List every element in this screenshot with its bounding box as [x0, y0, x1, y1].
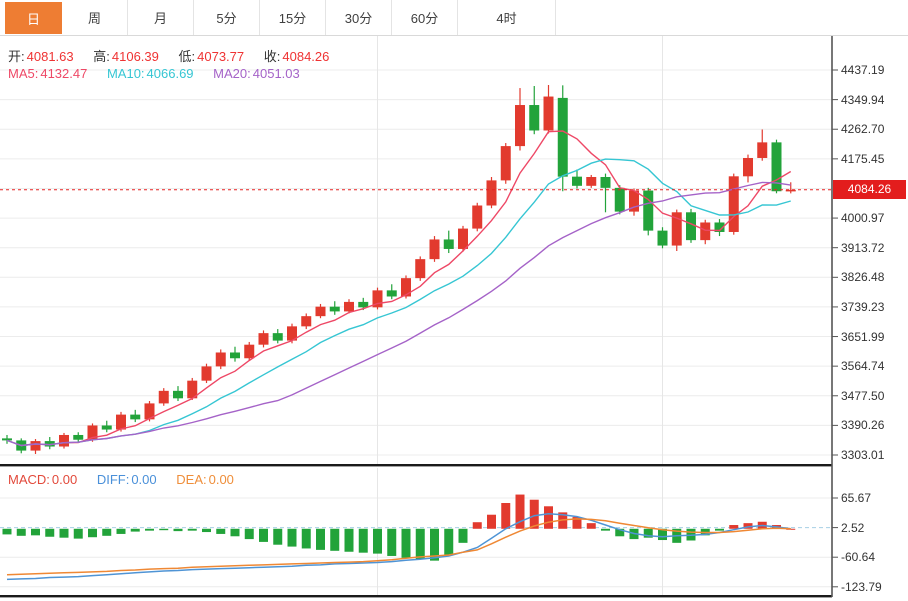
kline-chart-app: 日 周 月 5分 15分 30分 60分 4时 开:4081.63 高:4106… [0, 0, 908, 601]
high-label: 高: [93, 49, 110, 64]
price-tick-label: 4000.97 [841, 211, 884, 225]
close-label: 收: [264, 49, 281, 64]
current-price-badge: 4084.26 [833, 180, 906, 199]
ma20-value: 4051.03 [253, 66, 300, 81]
open-label: 开: [8, 49, 25, 64]
price-tick-label: 3303.01 [841, 448, 884, 462]
ma-legend: MA5:4132.47 MA10:4066.69 MA20:4051.03 [8, 66, 302, 81]
price-tick-label: 3390.26 [841, 418, 884, 432]
ma20-label: MA20: [213, 66, 251, 81]
price-tick-label: 3564.74 [841, 359, 884, 373]
macd-tick-label: 2.52 [841, 521, 864, 535]
price-tick-label: 3651.99 [841, 330, 884, 344]
low-label: 低: [179, 49, 196, 64]
macd-value: 0.00 [52, 472, 77, 487]
close-value: 4084.26 [282, 49, 329, 64]
macd-legend: MACD:0.00 DIFF:0.00 DEA:0.00 [8, 472, 236, 487]
chart-canvas[interactable] [0, 0, 908, 601]
ma10-value: 4066.69 [147, 66, 194, 81]
macd-tick-label: -123.79 [841, 580, 882, 594]
high-value: 4106.39 [112, 49, 159, 64]
ohlc-legend: 开:4081.63 高:4106.39 低:4073.77 收:4084.26 [8, 46, 331, 65]
dea-value: 0.00 [209, 472, 234, 487]
ma5-value: 4132.47 [40, 66, 87, 81]
ma10-label: MA10: [107, 66, 145, 81]
ma5-label: MA5: [8, 66, 38, 81]
price-tick-label: 3739.23 [841, 300, 884, 314]
macd-tick-label: 65.67 [841, 491, 871, 505]
price-tick-label: 4262.70 [841, 122, 884, 136]
price-tick-label: 3477.50 [841, 389, 884, 403]
macd-label: MACD: [8, 472, 50, 487]
macd-tick-label: -60.64 [841, 550, 875, 564]
price-tick-label: 3826.48 [841, 270, 884, 284]
diff-label: DIFF: [97, 472, 130, 487]
open-value: 4081.63 [27, 49, 74, 64]
price-tick-label: 4437.19 [841, 63, 884, 77]
diff-value: 0.00 [131, 472, 156, 487]
price-tick-label: 3913.72 [841, 241, 884, 255]
dea-label: DEA: [176, 472, 206, 487]
price-tick-label: 4349.94 [841, 93, 884, 107]
low-value: 4073.77 [197, 49, 244, 64]
price-tick-label: 4175.45 [841, 152, 884, 166]
